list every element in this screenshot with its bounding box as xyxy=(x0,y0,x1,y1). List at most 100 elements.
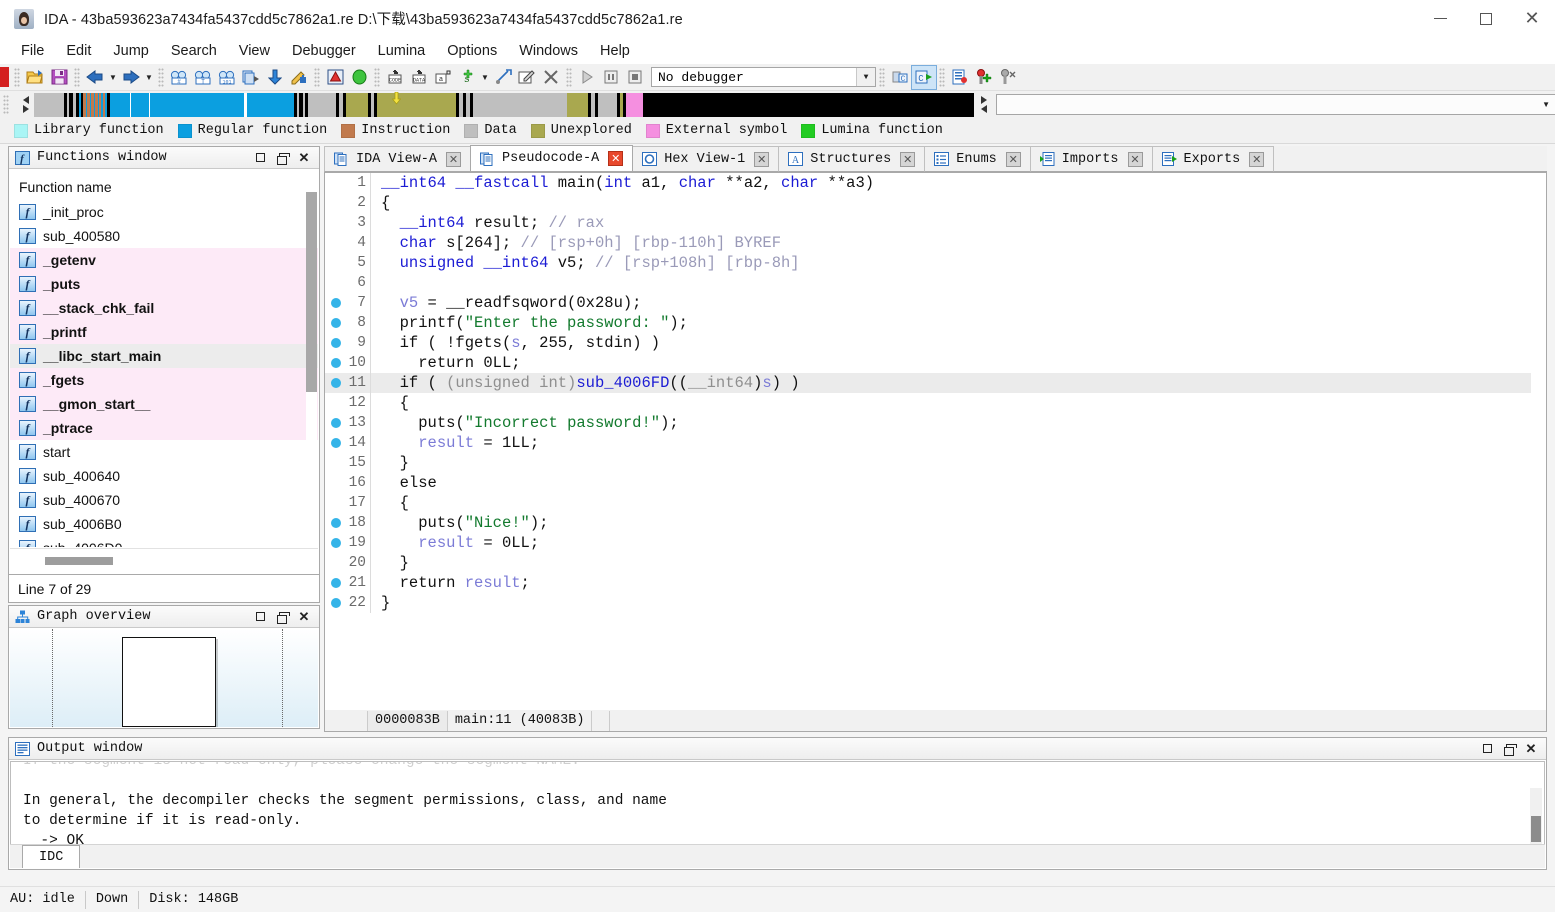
delete-item-button[interactable] xyxy=(539,66,563,89)
minimize-button[interactable] xyxy=(1417,0,1463,38)
chevron-down-icon[interactable]: ▼ xyxy=(1538,96,1555,113)
pseudocode-line[interactable]: 12 { xyxy=(325,393,1531,413)
output-maximize-button[interactable] xyxy=(1476,739,1498,759)
graph-maximize-button[interactable] xyxy=(249,607,271,627)
menu-windows[interactable]: Windows xyxy=(508,40,589,62)
open-file-button[interactable] xyxy=(23,66,47,89)
function-list-item[interactable]: f sub_400580 xyxy=(10,224,318,248)
code-text[interactable]: return 0LL; xyxy=(371,354,520,372)
function-list-item[interactable]: f _printf xyxy=(10,320,318,344)
graph-restore-button[interactable] xyxy=(271,607,293,627)
breakpoint-dot-icon[interactable] xyxy=(325,318,347,328)
code-text[interactable]: else xyxy=(371,474,437,492)
code-text[interactable]: puts("Nice!"); xyxy=(371,514,548,532)
breakpoint-dot-icon[interactable] xyxy=(325,298,347,308)
close-button[interactable]: ✕ xyxy=(1509,0,1555,38)
functions-vertical-scrollbar[interactable] xyxy=(306,192,317,528)
toolbar-grip-5[interactable] xyxy=(374,67,380,87)
function-list-item[interactable]: f _init_proc xyxy=(10,200,318,224)
navband-scroll-arrows[interactable] xyxy=(18,93,34,117)
functions-restore-button[interactable] xyxy=(271,148,293,168)
decompile-all-button[interactable]: C xyxy=(911,64,937,90)
code-text[interactable]: __int64 __fastcall main(int a1, char **a… xyxy=(371,174,874,192)
code-text[interactable]: char s[264]; // [rsp+0h] [rbp-110h] BYRE… xyxy=(371,234,781,252)
make-code-button[interactable]: CODE xyxy=(383,66,407,89)
menu-debugger[interactable]: Debugger xyxy=(281,40,367,62)
function-list-item[interactable]: f sub_4006B0 xyxy=(10,512,318,536)
toolbar-grip-3[interactable] xyxy=(158,67,164,87)
tab-imports[interactable]: Imports ✕ xyxy=(1029,146,1153,172)
pseudocode-view[interactable]: 1 __int64 __fastcall main(int a1, char **… xyxy=(324,173,1547,710)
output-close-button[interactable]: ✕ xyxy=(1520,739,1542,759)
functions-hscroll-thumb[interactable] xyxy=(45,557,113,565)
tab-structures[interactable]: A Structures ✕ xyxy=(778,146,926,172)
function-list-item[interactable]: f start xyxy=(10,440,318,464)
pseudocode-line[interactable]: 11 if ( (unsigned int)sub_4006FD((__int6… xyxy=(325,373,1531,393)
run-button[interactable] xyxy=(575,66,599,89)
toolbar-grip-4[interactable] xyxy=(314,67,320,87)
output-vertical-scrollbar[interactable] xyxy=(1530,788,1542,845)
tab-ida-view-a[interactable]: IDA View-A ✕ xyxy=(324,146,472,172)
code-text[interactable]: unsigned __int64 v5; // [rsp+108h] [rbp-… xyxy=(371,254,800,272)
code-text[interactable]: result = 1LL; xyxy=(371,434,539,452)
save-button[interactable] xyxy=(47,66,71,89)
pseudocode-line[interactable]: 21 return result; xyxy=(325,573,1531,593)
debugger-select[interactable]: No debugger ▼ xyxy=(651,67,876,87)
make-array-button[interactable]: a xyxy=(431,66,455,89)
tab-close-icon[interactable]: ✕ xyxy=(1127,151,1143,167)
graph-view-button[interactable] xyxy=(323,66,347,89)
navigate-back-button[interactable] xyxy=(83,66,107,89)
pseudocode-line[interactable]: 16 else xyxy=(325,473,1531,493)
breakpoint-dot-icon[interactable] xyxy=(325,358,347,368)
pseudocode-line[interactable]: 20 } xyxy=(325,553,1531,573)
code-text[interactable]: printf("Enter the password: "); xyxy=(371,314,688,332)
pause-button[interactable] xyxy=(599,66,623,89)
proximity-browser-button[interactable] xyxy=(347,66,371,89)
code-text[interactable]: { xyxy=(371,394,409,412)
menu-options[interactable]: Options xyxy=(436,40,508,62)
tab-close-icon[interactable]: ✕ xyxy=(900,151,916,167)
function-list-item[interactable]: f _ptrace xyxy=(10,416,318,440)
breakpoint-dot-icon[interactable] xyxy=(325,378,347,388)
breakpoint-dot-icon[interactable] xyxy=(325,338,347,348)
make-struct-dropdown[interactable]: ▼ xyxy=(479,66,491,89)
code-text[interactable]: result = 0LL; xyxy=(371,534,539,552)
code-text[interactable]: v5 = __readfsqword(0x28u); xyxy=(371,294,642,312)
function-list-item[interactable]: f sub_400640 xyxy=(10,464,318,488)
toolbar-grip-2[interactable] xyxy=(74,67,80,87)
breakpoint-dot-icon[interactable] xyxy=(325,418,347,428)
pseudocode-vertical-scrollbar[interactable] xyxy=(1531,173,1546,710)
stop-button[interactable] xyxy=(623,66,647,89)
breakpoint-dot-icon[interactable] xyxy=(325,538,347,548)
function-list-item[interactable]: f _puts xyxy=(10,272,318,296)
tab-close-icon[interactable]: ✕ xyxy=(608,151,624,166)
decompile-function-button[interactable]: C xyxy=(888,66,912,89)
functions-close-button[interactable]: ✕ xyxy=(293,148,315,168)
pseudocode-line[interactable]: 4 char s[264]; // [rsp+0h] [rbp-110h] BY… xyxy=(325,233,1531,253)
toolbar-grip-8[interactable] xyxy=(939,67,945,87)
function-list-item[interactable]: f _getenv xyxy=(10,248,318,272)
search-hex-button[interactable]: 101 xyxy=(215,66,239,89)
toolbar-grip-6[interactable] xyxy=(566,67,572,87)
function-list-item[interactable]: f __gmon_start__ xyxy=(10,392,318,416)
graph-close-button[interactable]: ✕ xyxy=(293,607,315,627)
functions-horizontal-scrollbar[interactable] xyxy=(10,548,318,573)
code-text[interactable]: return result; xyxy=(371,574,530,592)
code-text[interactable]: { xyxy=(371,494,409,512)
pseudocode-line[interactable]: 3 __int64 result; // rax xyxy=(325,213,1531,233)
functions-list[interactable]: Function name f _init_proc f sub_400580 f _ge… xyxy=(10,174,318,547)
code-text[interactable]: if ( !fgets(s, 255, stdin) ) xyxy=(371,334,661,352)
pseudocode-line[interactable]: 7 v5 = __readfsqword(0x28u); xyxy=(325,293,1531,313)
pseudocode-line[interactable]: 17 { xyxy=(325,493,1531,513)
code-text[interactable]: __int64 result; // rax xyxy=(371,214,605,232)
navband-right-scroll-arrows[interactable] xyxy=(976,93,992,117)
pseudocode-line[interactable]: 14 result = 1LL; xyxy=(325,433,1531,453)
output-tab-idc[interactable]: IDC xyxy=(22,845,81,868)
tab-enums[interactable]: Enums ✕ xyxy=(924,146,1031,172)
jump-down-button[interactable] xyxy=(263,66,287,89)
pseudocode-line[interactable]: 15 } xyxy=(325,453,1531,473)
menu-search[interactable]: Search xyxy=(160,40,228,62)
pseudocode-line[interactable]: 22} xyxy=(325,593,1531,613)
pseudocode-lines[interactable]: 1 __int64 __fastcall main(int a1, char **… xyxy=(325,173,1531,710)
search-name-button[interactable]: T xyxy=(191,66,215,89)
